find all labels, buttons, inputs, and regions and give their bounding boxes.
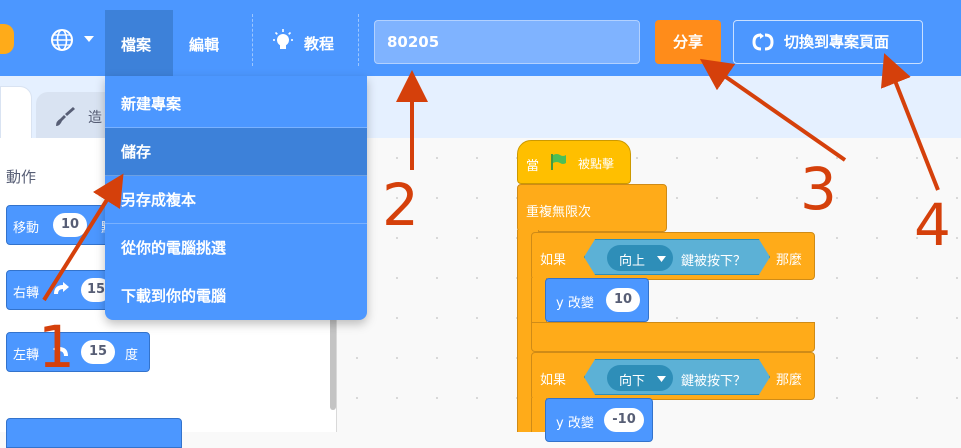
menu-item-new[interactable]: 新建專案 bbox=[105, 80, 367, 128]
if-then-block[interactable]: 如果 向下 鍵被按下？ 那麼 bbox=[531, 352, 815, 400]
language-menu[interactable] bbox=[50, 26, 100, 54]
turn-left-label: 左轉 bbox=[13, 348, 40, 363]
key-dropdown-value: 向上 bbox=[619, 254, 646, 269]
key-dropdown[interactable]: 向下 bbox=[607, 365, 673, 391]
when-flag-clicked-block[interactable]: 當 被點擊 bbox=[517, 140, 631, 184]
key-pressed-block[interactable]: 向下 鍵被按下？ bbox=[584, 359, 770, 395]
brush-icon bbox=[56, 107, 75, 126]
change-y-block[interactable]: y 改變 10 bbox=[545, 278, 649, 322]
if-label: 如果 bbox=[540, 373, 567, 388]
turn-left-block[interactable]: 左轉 15 度 bbox=[6, 332, 150, 372]
tab-costumes[interactable]: 造 bbox=[36, 92, 116, 138]
menu-item-load-from-computer[interactable]: 從你的電腦挑選 bbox=[105, 224, 367, 272]
see-project-label: 切換到專案頁面 bbox=[784, 33, 890, 51]
goto-block[interactable] bbox=[6, 418, 182, 448]
tutorials-label: 教程 bbox=[304, 35, 335, 53]
if-block-end bbox=[531, 322, 815, 352]
menu-item-save-to-computer[interactable]: 下載到你的電腦 bbox=[105, 272, 367, 320]
file-dropdown-menu: 新建專案 儲存 另存成複本 從你的電腦挑選 下載到你的電腦 bbox=[105, 76, 367, 320]
then-label: 那麼 bbox=[776, 373, 803, 388]
edit-menu-button[interactable]: 編輯 bbox=[189, 34, 219, 55]
turn-left-tail: 度 bbox=[125, 348, 139, 363]
project-title-input[interactable]: 80205 bbox=[374, 20, 640, 64]
annotation-number-2: 2 bbox=[382, 171, 419, 239]
menu-divider bbox=[252, 14, 253, 66]
if-label: 如果 bbox=[540, 253, 567, 268]
caret-down-icon bbox=[84, 36, 94, 42]
turn-right-label: 右轉 bbox=[13, 286, 40, 301]
change-y-input[interactable]: 10 bbox=[606, 288, 640, 312]
annotation-number-4: 4 bbox=[914, 191, 951, 259]
tutorials-button[interactable]: 教程 bbox=[270, 26, 344, 56]
move-steps-input[interactable]: 10 bbox=[53, 213, 87, 237]
menu-item-save[interactable]: 儲存 bbox=[105, 128, 367, 176]
key-pressed-label: 鍵被按下？ bbox=[681, 374, 747, 389]
menu-bar: 檔案 編輯 教程 80205 分享 切換到專案頁面 bbox=[0, 0, 961, 76]
change-y-block[interactable]: y 改變 -10 bbox=[545, 398, 653, 442]
turn-right-block[interactable]: 右轉 15 bbox=[6, 270, 116, 310]
change-y-input[interactable]: -10 bbox=[604, 408, 644, 432]
lightbulb-icon bbox=[273, 29, 293, 49]
annotation-number-1: 1 bbox=[38, 313, 75, 381]
turn-left-input[interactable]: 15 bbox=[81, 340, 115, 364]
hat-label: 當 bbox=[526, 159, 540, 174]
palette-category-title: 動作 bbox=[6, 168, 37, 186]
move-label: 移動 bbox=[13, 221, 40, 236]
then-label: 那麼 bbox=[776, 253, 803, 268]
rotate-right-icon bbox=[54, 282, 69, 294]
key-dropdown[interactable]: 向上 bbox=[607, 245, 673, 271]
file-menu-label: 檔案 bbox=[121, 36, 152, 54]
see-project-page-button[interactable]: 切換到專案頁面 bbox=[733, 20, 923, 64]
change-y-label: y 改變 bbox=[556, 416, 594, 431]
green-flag-icon bbox=[551, 154, 566, 170]
tab-code[interactable] bbox=[0, 86, 32, 138]
change-y-label: y 改變 bbox=[556, 296, 594, 311]
if-then-block[interactable]: 如果 向上 鍵被按下？ 那麼 bbox=[531, 232, 815, 280]
caret-down-icon bbox=[657, 376, 666, 382]
see-project-icon bbox=[752, 33, 774, 51]
tab-costumes-label: 造 bbox=[88, 110, 102, 126]
annotation-number-3: 3 bbox=[800, 155, 837, 223]
menu-item-save-copy[interactable]: 另存成複本 bbox=[105, 176, 367, 224]
key-dropdown-value: 向下 bbox=[619, 374, 646, 389]
hat-tail: 被點擊 bbox=[578, 157, 615, 171]
menu-divider bbox=[358, 14, 359, 66]
share-button[interactable]: 分享 bbox=[655, 20, 721, 64]
caret-down-icon bbox=[657, 256, 666, 262]
forever-label: 重複無限次 bbox=[526, 205, 592, 220]
globe-icon bbox=[51, 29, 73, 51]
scratch-logo[interactable] bbox=[0, 24, 14, 54]
key-pressed-label: 鍵被按下？ bbox=[681, 254, 747, 269]
forever-block[interactable]: 重複無限次 bbox=[517, 184, 667, 232]
key-pressed-block[interactable]: 向上 鍵被按下？ bbox=[584, 239, 770, 275]
